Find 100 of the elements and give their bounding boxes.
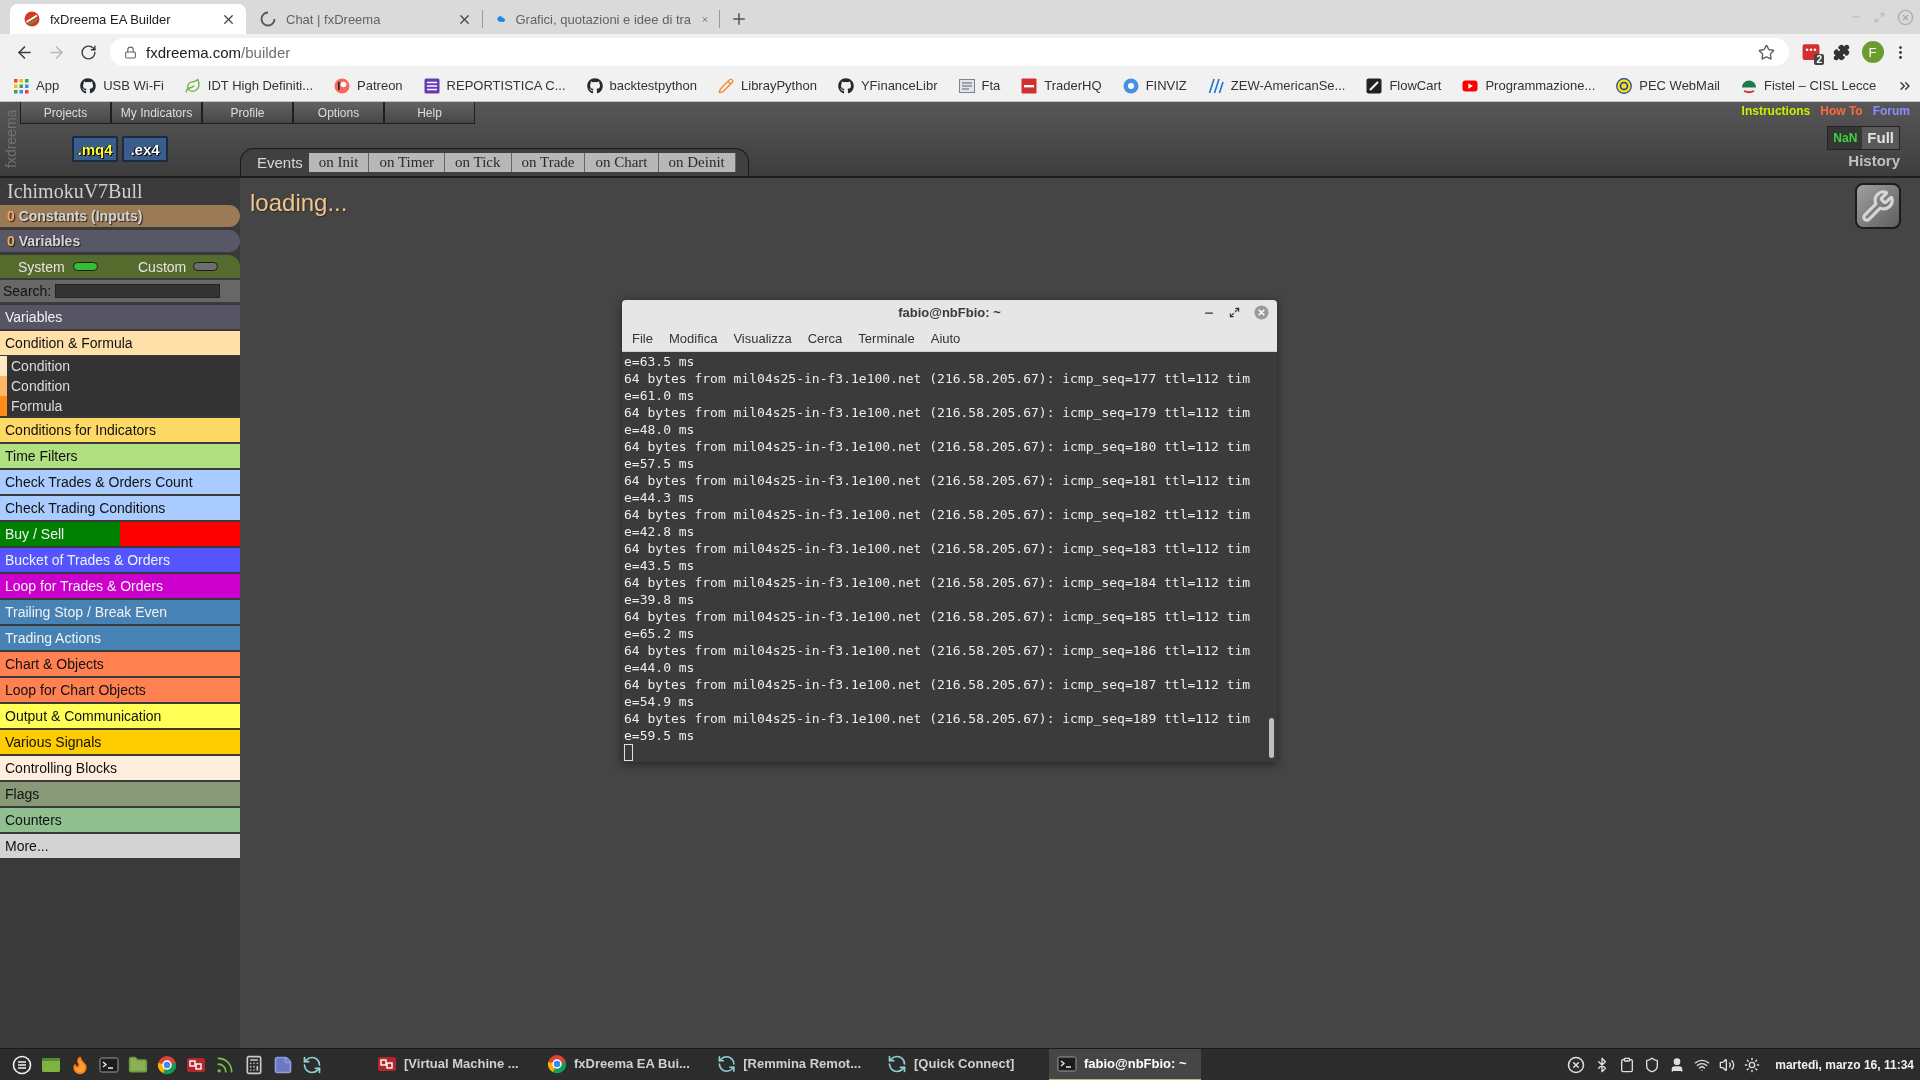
taskbar-window-button[interactable]: [Quick Connect] bbox=[879, 1048, 1031, 1080]
category-item[interactable]: Check Trading Conditions bbox=[0, 496, 240, 520]
menu-item[interactable]: Modifica bbox=[660, 330, 726, 346]
category-item[interactable]: Chart & Objects bbox=[0, 652, 240, 676]
circle-x-icon[interactable] bbox=[1567, 1055, 1586, 1074]
variables-item[interactable]: 0 Variables bbox=[0, 230, 240, 252]
terminal-line: 64 bytes from mil04s25-in-f3.1e100.net (216.58.205.67): icmp_seq=181 ttl=112 tim bbox=[624, 472, 1251, 489]
bookmark-item[interactable]: REPORTISTICA C... bbox=[423, 77, 566, 94]
category-item[interactable]: Loop for Chart Objects bbox=[0, 678, 240, 702]
taskbar-window-button[interactable]: fxDreema EA Bui... bbox=[539, 1048, 691, 1080]
tools-button[interactable] bbox=[1855, 183, 1901, 229]
menu-item[interactable]: Visualizza bbox=[725, 330, 800, 346]
category-item[interactable]: Trading Actions bbox=[0, 626, 240, 650]
bookmark-item[interactable]: Patreon bbox=[334, 77, 403, 94]
bookmark-item[interactable]: Fistel – CISL Lecce bbox=[1740, 77, 1877, 94]
browser-tab[interactable]: fxDreema EA Builder bbox=[10, 4, 246, 34]
browser-tab[interactable]: Chat | fxDreema bbox=[246, 4, 482, 34]
bookmark-item[interactable]: IDT High Definiti... bbox=[184, 77, 314, 94]
category-item[interactable]: More... bbox=[0, 834, 240, 858]
volume-icon[interactable] bbox=[1719, 1056, 1736, 1073]
bookmark-item[interactable]: USB Wi-Fi bbox=[80, 77, 164, 94]
plus-icon[interactable] bbox=[730, 10, 748, 28]
event-tab[interactable]: on Init bbox=[308, 153, 370, 172]
category-swatch[interactable] bbox=[120, 522, 240, 546]
terminal-line: 64 bytes from mil04s25-in-f3.1e100.net (216.58.205.67): icmp_seq=185 ttl=112 tim bbox=[624, 608, 1251, 625]
puzzle-icon[interactable] bbox=[1833, 43, 1850, 61]
history-link[interactable]: History bbox=[1848, 152, 1900, 169]
note-icon[interactable] bbox=[272, 1054, 293, 1075]
shield-icon[interactable] bbox=[1644, 1056, 1661, 1073]
category-item[interactable]: Bucket of Trades & Orders bbox=[0, 548, 240, 572]
search-field[interactable] bbox=[55, 284, 221, 298]
category-item[interactable]: Counters bbox=[0, 808, 240, 832]
menu-button[interactable]: Options bbox=[293, 102, 384, 124]
bookmark-item[interactable]: backtestpython bbox=[586, 77, 697, 94]
taskbar-window-button[interactable]: [Virtual Machine ... bbox=[369, 1048, 521, 1080]
toggle-switch[interactable] bbox=[73, 262, 98, 271]
refresh-icon[interactable] bbox=[301, 1054, 322, 1075]
menu-button[interactable]: Profile bbox=[202, 102, 293, 124]
category-item[interactable]: Various Signals bbox=[0, 730, 240, 754]
mode-option[interactable]: Full bbox=[1862, 127, 1899, 149]
taskbar-window-button[interactable]: fabio@nbFbio: ~ bbox=[1049, 1048, 1201, 1080]
category-item[interactable]: Buy / Sell bbox=[0, 522, 120, 546]
scrollbar[interactable] bbox=[1269, 718, 1274, 758]
event-tab[interactable]: on Timer bbox=[369, 153, 446, 172]
file-format-button[interactable]: .ex4 bbox=[122, 136, 168, 162]
address-field[interactable]: fxdreema.com/builder bbox=[110, 38, 1789, 66]
star-icon[interactable] bbox=[1758, 43, 1775, 61]
terminal-line: e=44.3 ms bbox=[624, 489, 695, 506]
toggle-switch[interactable] bbox=[193, 262, 218, 271]
category-item[interactable]: Condition & Formula bbox=[0, 331, 240, 355]
category-item[interactable]: Loop for Trades & Orders bbox=[0, 574, 240, 598]
apps-grid-icon bbox=[13, 77, 29, 94]
bookmark-item[interactable]: App bbox=[13, 77, 60, 94]
category-item[interactable]: Output & Communication bbox=[0, 704, 240, 728]
folder-icon[interactable] bbox=[127, 1054, 148, 1075]
category-item[interactable]: Controlling Blocks bbox=[0, 756, 240, 780]
header-link[interactable]: Instructions bbox=[1741, 104, 1811, 124]
sun-icon[interactable] bbox=[1744, 1056, 1761, 1073]
menu-button[interactable]: Projects bbox=[20, 102, 111, 124]
clipboard-icon[interactable] bbox=[1619, 1056, 1636, 1073]
bookmark-item[interactable]: LibrayPython bbox=[718, 77, 817, 94]
category-item[interactable]: Trailing Stop / Break Even bbox=[0, 600, 240, 624]
subcategory-item[interactable]: Condition bbox=[0, 376, 240, 396]
event-tab[interactable]: on Deinit bbox=[658, 153, 736, 172]
category-item[interactable]: Flags bbox=[0, 782, 240, 806]
category-item[interactable]: Conditions for Indicators bbox=[0, 418, 240, 442]
terminal-line: e=44.0 ms bbox=[624, 659, 695, 676]
maximize-icon[interactable] bbox=[1229, 307, 1240, 318]
menu-item[interactable]: Terminale bbox=[850, 330, 923, 346]
ring-icon[interactable] bbox=[156, 1054, 177, 1075]
bookmark-item[interactable]: FlowCart bbox=[1366, 77, 1442, 94]
category-item[interactable]: Check Trades & Orders Count bbox=[0, 470, 240, 494]
menu-icon[interactable] bbox=[11, 1054, 32, 1075]
category-item[interactable]: Time Filters bbox=[0, 444, 240, 468]
bookmark-item[interactable]: FINVIZ bbox=[1122, 77, 1187, 94]
menu-item[interactable]: File bbox=[624, 330, 661, 346]
menu-button[interactable]: My Indicators bbox=[111, 102, 202, 124]
terminal-line: e=43.5 ms bbox=[624, 557, 695, 574]
event-tab[interactable]: on Tick bbox=[445, 153, 512, 172]
subcategory-item[interactable]: Condition bbox=[0, 356, 240, 376]
terminal-icon[interactable] bbox=[98, 1054, 119, 1075]
category-item[interactable]: Variables bbox=[0, 305, 240, 329]
file-format-button[interactable]: .mq4 bbox=[72, 136, 118, 162]
mode-option[interactable]: NaN bbox=[1828, 127, 1863, 149]
bookmark-item[interactable]: PEC WebMail bbox=[1616, 77, 1720, 94]
bookmark-item[interactable]: ZEW-AmericanSe... bbox=[1207, 77, 1346, 94]
bookmark-item[interactable]: TraderHQ bbox=[1021, 77, 1102, 94]
bookmark-item[interactable]: Programmazione... bbox=[1462, 77, 1596, 94]
event-tab[interactable]: on Trade bbox=[511, 153, 586, 172]
pencil-icon bbox=[718, 77, 734, 94]
browser-tab[interactable]: Grafici, quotazioni e idee di tra bbox=[483, 4, 719, 34]
taskbar-window-button[interactable]: [Remmina Remot... bbox=[709, 1048, 861, 1080]
bookmark-item[interactable]: YFinanceLibr bbox=[837, 77, 938, 94]
menu-item[interactable]: Aiuto bbox=[922, 330, 969, 346]
event-tab[interactable]: on Chart bbox=[585, 153, 659, 172]
dots-square-icon[interactable] bbox=[1801, 43, 1820, 61]
reload-icon[interactable] bbox=[79, 43, 97, 61]
menu-button[interactable]: Help bbox=[384, 102, 475, 124]
bookmark-item[interactable]: Fta bbox=[958, 77, 1001, 94]
menu-item[interactable]: Cerca bbox=[799, 330, 851, 346]
